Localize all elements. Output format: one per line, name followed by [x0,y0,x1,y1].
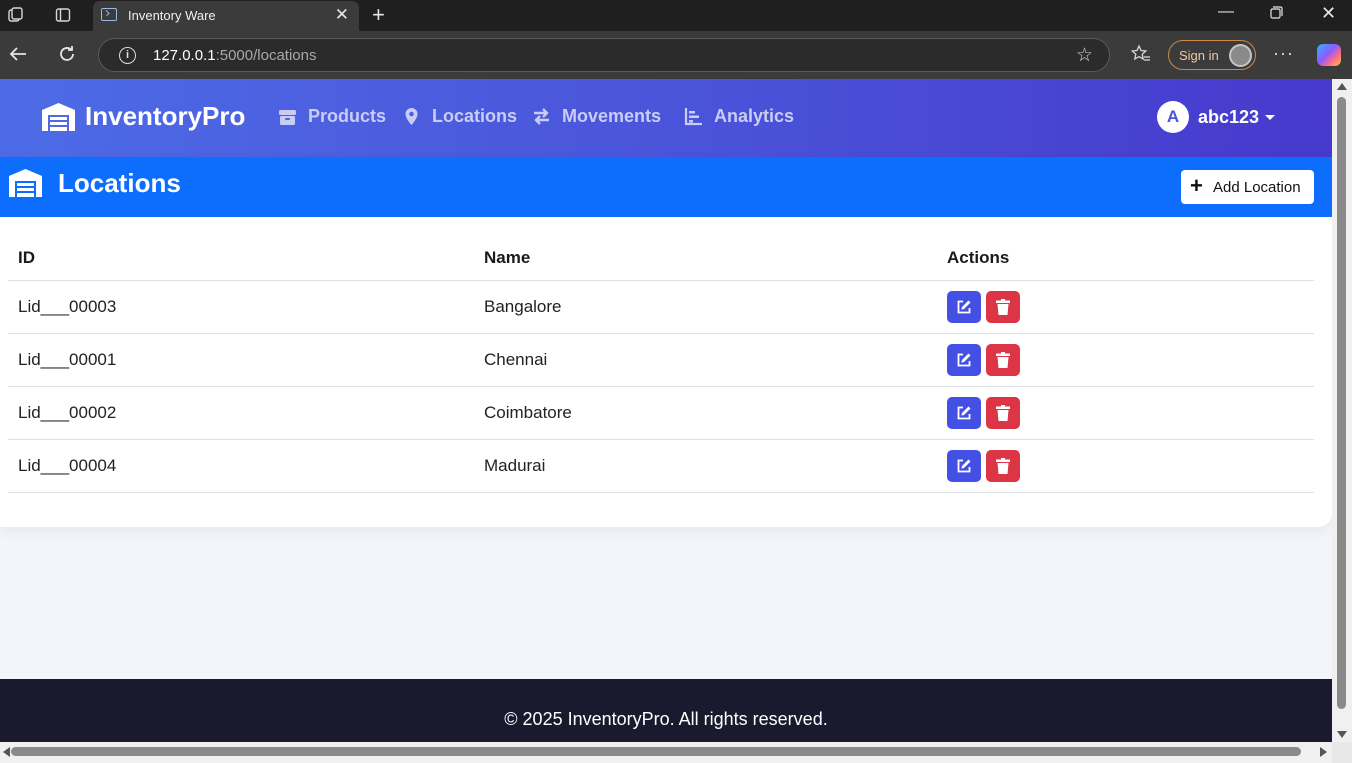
browser-tab-active[interactable]: Inventory Ware ✕ [93,1,359,31]
location-id: Lid___00001 [8,333,474,387]
favorite-star-icon[interactable]: ☆ [1076,44,1093,67]
table-row: Lid___00004 Madurai [8,439,1314,493]
location-id: Lid___00003 [8,280,474,334]
exchange-arrows-icon [534,108,549,125]
close-tab-icon[interactable]: ✕ [335,5,349,25]
browser-tab-bar: Inventory Ware ✕ + — ✕ [0,0,1352,31]
nav-products[interactable]: Products [278,106,386,127]
edit-button[interactable] [947,290,981,323]
trash-icon [996,351,1010,368]
scroll-up-arrow-icon[interactable] [1337,83,1347,90]
username: abc123 [1198,106,1260,127]
location-id: Lid___00004 [8,439,474,493]
horizontal-scroll-thumb[interactable] [11,747,1301,756]
location-name: Chennai [474,333,937,387]
edit-icon [957,459,971,472]
favorites-icon[interactable] [1130,44,1151,69]
table-header-row: ID Name Actions [8,236,1314,281]
more-options-icon[interactable]: ··· [1273,43,1294,64]
copilot-icon[interactable] [1317,44,1341,66]
column-header-id: ID [8,236,474,281]
actions-cell [937,280,1314,334]
footer-copyright: © 2025 InventoryPro. All rights reserved… [504,709,828,729]
actions-cell [937,386,1314,440]
delete-button[interactable] [986,449,1020,482]
scrollbar-corner [1332,742,1352,763]
locations-card: Locations + Add Location ID Name Actions… [0,157,1332,527]
actions-cell [937,439,1314,493]
edit-button[interactable] [947,449,981,482]
delete-button[interactable] [986,290,1020,323]
page-title: Locations [58,168,181,198]
user-avatar: A [1157,101,1189,133]
delete-button[interactable] [986,343,1020,376]
trash-icon [996,457,1010,474]
trash-icon [996,298,1010,315]
browser-address-bar: i 127.0.0.1:5000/locations ☆ Sign in ··· [0,31,1352,79]
scroll-right-arrow-icon[interactable] [1320,747,1327,757]
location-name: Madurai [474,439,937,493]
scroll-left-arrow-icon[interactable] [3,747,10,757]
location-name: Bangalore [474,280,937,334]
locations-table: ID Name Actions Lid___00003 Bangalore Li… [8,236,1314,493]
chart-bar-icon [684,108,702,126]
table-row: Lid___00002 Coimbatore [8,386,1314,440]
nav-movements[interactable]: Movements [532,106,661,127]
warehouse-icon [9,169,42,197]
brand-link[interactable]: InventoryPro [41,101,245,132]
app-navbar: InventoryPro Products Locations Movement… [0,79,1332,157]
minimize-icon[interactable]: — [1218,3,1234,21]
close-window-icon[interactable]: ✕ [1321,3,1336,24]
column-header-actions: Actions [937,236,1314,281]
profile-avatar-icon [1229,44,1252,67]
location-name: Coimbatore [474,386,937,440]
brand-name: InventoryPro [85,101,246,131]
reload-icon[interactable] [57,44,77,68]
url-field[interactable]: i 127.0.0.1:5000/locations ☆ [98,38,1110,72]
vertical-scroll-thumb[interactable] [1337,97,1346,709]
nav-analytics[interactable]: Analytics [684,106,794,127]
actions-cell [937,333,1314,387]
nav-locations[interactable]: Locations [402,106,517,127]
back-arrow-icon[interactable] [8,44,28,68]
sign-in-label: Sign in [1179,48,1219,63]
scroll-down-arrow-icon[interactable] [1337,731,1347,738]
nav-products-label: Products [308,106,387,126]
tab-title: Inventory Ware [128,8,216,23]
add-location-button[interactable]: + Add Location [1181,170,1314,204]
user-menu-dropdown[interactable]: A abc123 [1157,101,1276,133]
location-id: Lid___00002 [8,386,474,440]
table-row: Lid___00001 Chennai [8,333,1314,387]
vertical-scrollbar[interactable] [1332,79,1352,742]
edit-icon [957,406,971,419]
sign-in-button[interactable]: Sign in [1168,40,1256,70]
horizontal-scrollbar[interactable] [0,742,1352,763]
site-info-icon[interactable]: i [119,47,136,64]
table-row: Lid___00003 Bangalore [8,280,1314,334]
plus-icon: + [1190,173,1203,198]
restore-icon[interactable] [1270,6,1283,24]
edit-button[interactable] [947,396,981,429]
new-tab-icon[interactable]: + [372,2,385,28]
caret-down-icon [1265,114,1276,120]
tab-actions-icon[interactable] [54,6,72,24]
edit-icon [957,300,971,313]
nav-analytics-label: Analytics [714,106,795,126]
nav-locations-label: Locations [432,106,518,126]
edit-button[interactable] [947,343,981,376]
add-location-label: Add Location [1213,179,1301,196]
terminal-favicon-icon [101,8,117,21]
delete-button[interactable] [986,396,1020,429]
page-footer: © 2025 InventoryPro. All rights reserved… [0,679,1332,742]
edit-icon [957,353,971,366]
workspaces-icon[interactable] [7,6,25,24]
nav-movements-label: Movements [562,106,662,126]
trash-icon [996,404,1010,421]
warehouse-icon [42,102,75,131]
map-pin-icon [405,108,418,125]
card-header: Locations + Add Location [0,157,1332,217]
url-text: 127.0.0.1:5000/locations [153,47,317,64]
box-icon [279,110,296,125]
column-header-name: Name [474,236,937,281]
